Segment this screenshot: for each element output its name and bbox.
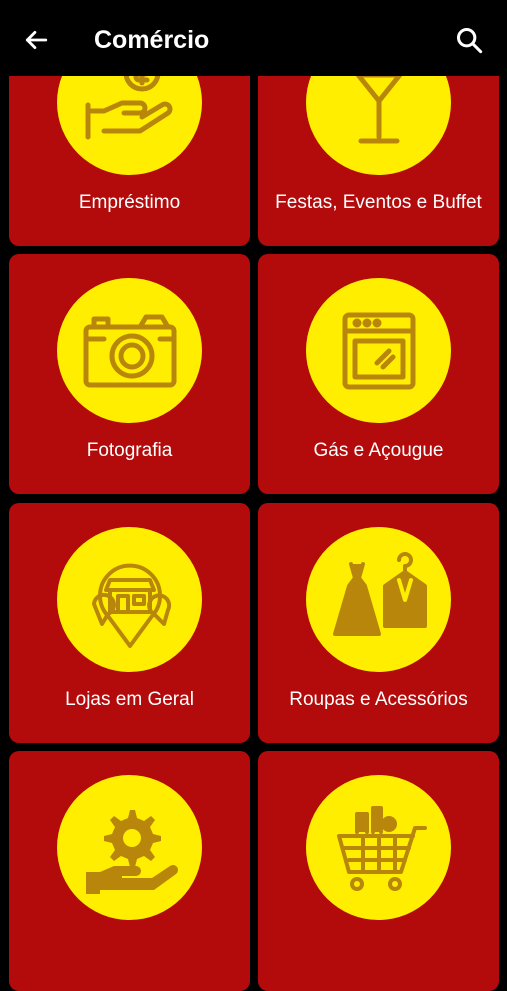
gear-hand-icon	[85, 809, 178, 894]
category-icon-circle	[306, 775, 451, 920]
arrow-left-icon	[25, 31, 48, 49]
shopping-cart-icon	[336, 805, 427, 891]
category-icon-circle	[57, 775, 202, 920]
category-label: Festas, Eventos e Buffet	[275, 192, 482, 213]
category-label: Roupas e Acessórios	[289, 689, 468, 710]
back-button[interactable]	[18, 22, 54, 58]
category-label: Gás e Açougue	[313, 440, 444, 461]
category-icon-circle	[306, 278, 451, 423]
camera-icon	[83, 314, 176, 387]
category-card-fotografia[interactable]: Fotografia	[9, 254, 250, 494]
category-card-roupas[interactable]: Roupas e Acessórios	[258, 503, 499, 743]
oven-icon	[342, 312, 415, 389]
dress-suit-icon	[332, 551, 427, 636]
category-icon-circle	[306, 527, 451, 672]
category-label: Lojas em Geral	[65, 689, 194, 710]
search-icon	[456, 27, 483, 54]
category-grid: Empréstimo Festas, Eventos e Buffet Foto…	[0, 0, 507, 991]
category-icon-circle	[57, 527, 202, 672]
category-card-servicos[interactable]	[9, 751, 250, 991]
page-title: Comércio	[94, 26, 210, 54]
search-button[interactable]	[451, 22, 487, 58]
category-card-supermercado[interactable]	[258, 751, 499, 991]
app-bar: Comércio	[0, 0, 507, 76]
category-label: Empréstimo	[78, 192, 181, 213]
category-card-lojas[interactable]: Lojas em Geral	[9, 503, 250, 743]
category-card-gas-acougue[interactable]: Gás e Açougue	[258, 254, 499, 494]
category-icon-circle	[57, 278, 202, 423]
category-label: Fotografia	[86, 440, 173, 461]
store-map-icon	[91, 563, 171, 648]
